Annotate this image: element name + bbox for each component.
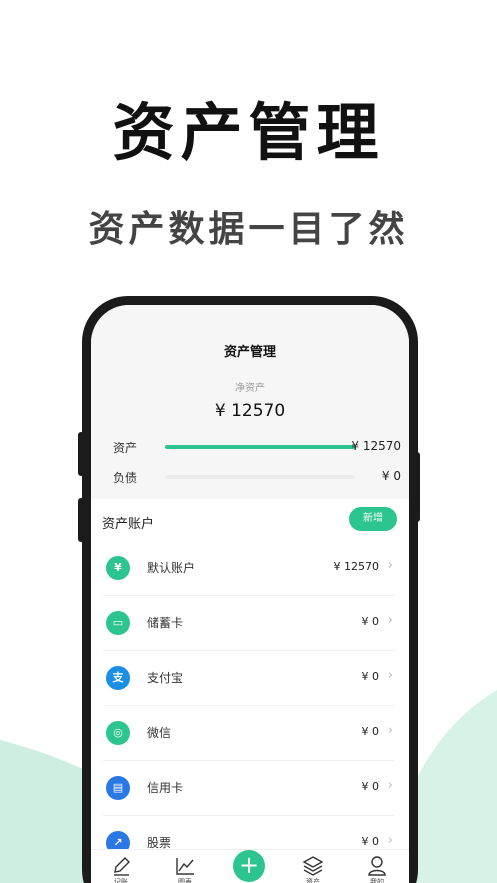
- chevron-right-icon: ›: [387, 723, 393, 738]
- accounts-panel: 资产账户 新增 ¥ 默认账户 ¥ 12570 › ▭ 储蓄卡 ¥ 0 › 支 支…: [91, 499, 409, 883]
- account-name: 支付宝: [147, 671, 184, 685]
- plus-icon: +: [238, 851, 260, 879]
- hero-title: 资产管理: [112, 96, 385, 169]
- account-amount: ¥ 0: [361, 780, 380, 793]
- assets-value: ¥ 12570: [351, 439, 401, 453]
- user-icon: [368, 856, 386, 876]
- assets-label: 资产: [113, 441, 138, 455]
- account-item-default[interactable]: ¥ 默认账户 ¥ 12570 ›: [103, 541, 395, 596]
- accounts-section-title: 资产账户: [102, 517, 155, 532]
- assets-bar-track: [165, 445, 355, 449]
- wechat-icon: ◎: [106, 721, 130, 745]
- account-name: 微信: [147, 726, 172, 740]
- tab-charts[interactable]: 图表: [165, 854, 205, 883]
- liabilities-bar-track: [165, 475, 355, 479]
- money-bag-icon: ¥: [106, 556, 130, 580]
- account-name: 默认账户: [147, 561, 196, 575]
- net-assets-value: ¥ 12570: [214, 401, 286, 421]
- tab-label: 我的: [370, 878, 384, 883]
- tab-label: 记账: [114, 878, 128, 883]
- tab-label: 图表: [178, 878, 192, 883]
- chevron-right-icon: ›: [387, 778, 393, 793]
- chevron-right-icon: ›: [387, 613, 393, 628]
- account-amount: ¥ 0: [361, 725, 380, 738]
- account-name: 储蓄卡: [147, 616, 184, 630]
- tab-profile[interactable]: 我的: [357, 854, 397, 883]
- account-amount: ¥ 0: [361, 615, 380, 628]
- account-amount: ¥ 0: [361, 670, 380, 683]
- pencil-icon: [114, 857, 130, 876]
- account-item-alipay[interactable]: 支 支付宝 ¥ 0 ›: [103, 651, 395, 706]
- summary-panel: 资产管理 净资产 ¥ 12570 资产 ¥ 12570 负债 ¥ 0: [91, 305, 409, 499]
- tab-assets[interactable]: 资产: [293, 854, 333, 883]
- tab-label: 资产: [306, 878, 320, 883]
- account-name: 信用卡: [147, 781, 184, 795]
- tab-bookkeeping[interactable]: 记账: [101, 854, 141, 883]
- add-record-button[interactable]: +: [233, 850, 265, 882]
- page-title: 资产管理: [223, 345, 276, 360]
- assets-bar-row: 资产 ¥ 12570: [113, 437, 401, 457]
- phone-screen: 资产管理 净资产 ¥ 12570 资产 ¥ 12570 负债 ¥ 0 资产账户 …: [91, 305, 409, 883]
- account-item-debit[interactable]: ▭ 储蓄卡 ¥ 0 ›: [103, 596, 395, 651]
- liabilities-value: ¥ 0: [381, 469, 401, 483]
- net-assets-label: 净资产: [235, 383, 265, 394]
- hero-subtitle: 资产数据一目了然: [88, 208, 409, 250]
- debit-card-icon: ▭: [106, 611, 130, 635]
- chart-icon: [176, 858, 194, 875]
- account-amount: ¥ 12570: [333, 560, 380, 573]
- account-amount: ¥ 0: [361, 835, 380, 848]
- account-item-wechat[interactable]: ◎ 微信 ¥ 0 ›: [103, 706, 395, 761]
- layers-icon: [302, 856, 324, 876]
- chevron-right-icon: ›: [387, 558, 393, 573]
- chevron-right-icon: ›: [387, 668, 393, 683]
- add-account-button[interactable]: 新增: [349, 507, 397, 531]
- account-item-credit[interactable]: ▤ 信用卡 ¥ 0 ›: [103, 761, 395, 816]
- chevron-right-icon: ›: [387, 833, 393, 848]
- credit-card-icon: ▤: [106, 776, 130, 800]
- liabilities-bar-row: 负债 ¥ 0: [113, 467, 401, 487]
- assets-bar-fill: [165, 445, 355, 449]
- alipay-icon: 支: [106, 666, 130, 690]
- liabilities-label: 负债: [113, 471, 138, 485]
- bottom-tab-bar: 记账 图表 + 资产 我的: [91, 849, 409, 883]
